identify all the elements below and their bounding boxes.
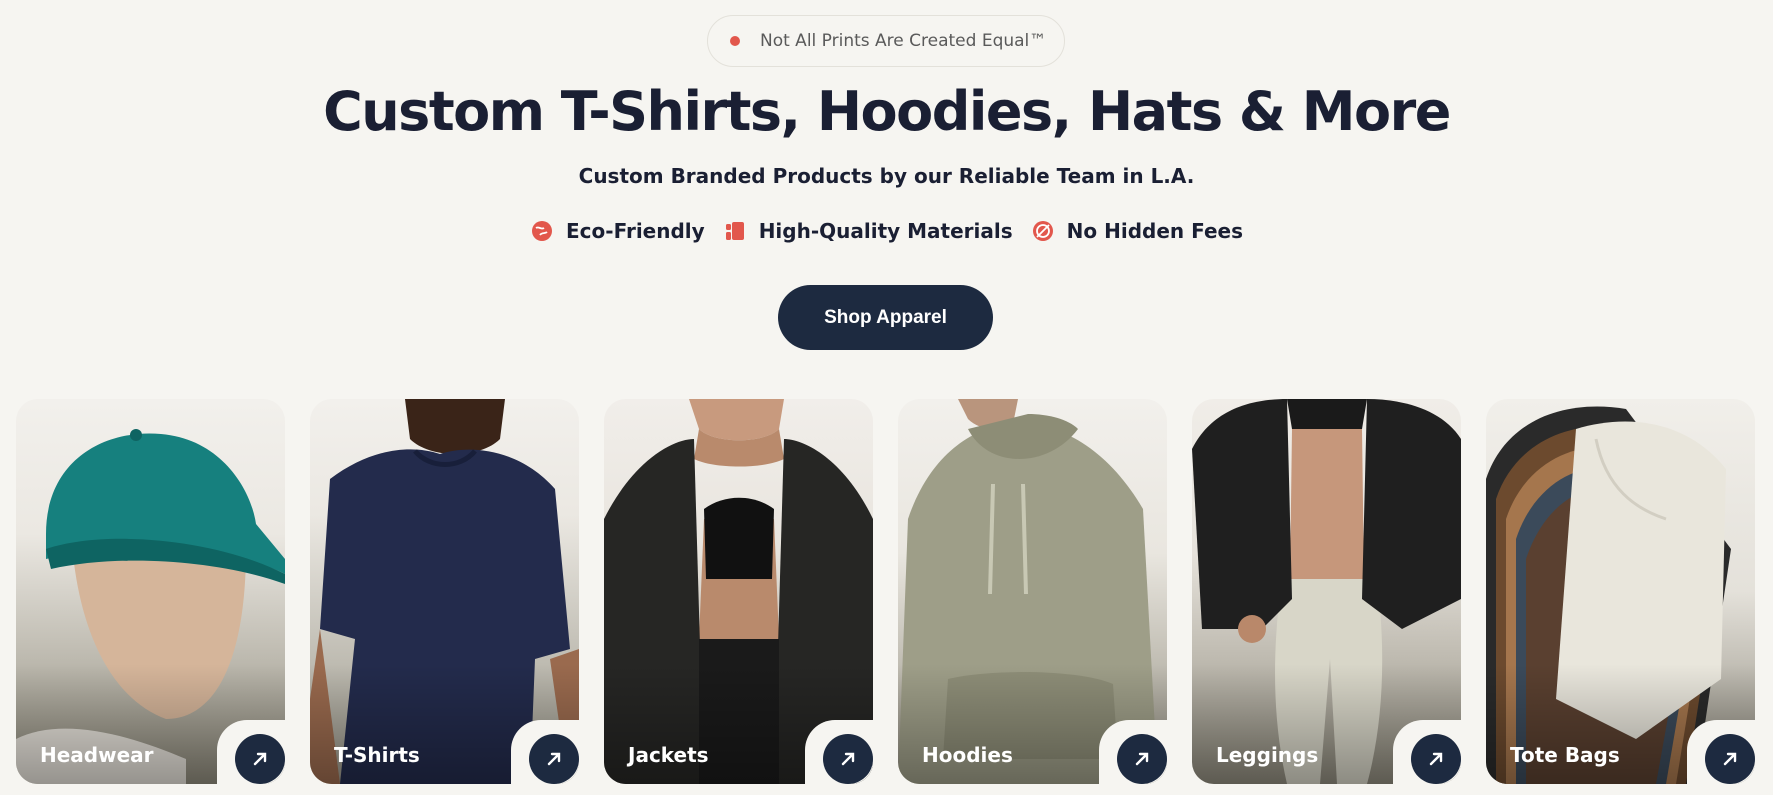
fabric-roll-icon (723, 219, 747, 243)
category-card-headwear[interactable]: Headwear (16, 399, 285, 784)
arrow-up-right-icon[interactable] (1411, 734, 1461, 784)
arrow-up-right-icon[interactable] (529, 734, 579, 784)
category-label: Hoodies (922, 743, 1013, 767)
category-card-hoodies[interactable]: Hoodies (898, 399, 1167, 784)
feature-eco-friendly: Eco-Friendly (530, 219, 705, 243)
feature-label: No Hidden Fees (1066, 219, 1243, 243)
category-label: Leggings (1216, 743, 1319, 767)
leaf-globe-icon (530, 219, 554, 243)
shop-apparel-button[interactable]: Shop Apparel (778, 285, 993, 350)
category-card-jackets[interactable]: Jackets (604, 399, 873, 784)
category-card-leggings[interactable]: Leggings (1192, 399, 1461, 784)
feature-list: Eco-Friendly High-Quality Materials No H… (0, 219, 1773, 243)
feature-no-hidden-fees: No Hidden Fees (1031, 219, 1243, 243)
no-dollar-icon (1031, 219, 1055, 243)
arrow-up-right-icon[interactable] (1117, 734, 1167, 784)
category-label: Headwear (40, 743, 154, 767)
page-title: Custom T-Shirts, Hoodies, Hats & More (323, 80, 1451, 143)
arrow-up-right-icon[interactable] (1705, 734, 1755, 784)
arrow-up-right-icon[interactable] (823, 734, 873, 784)
tagline-badge: Not All Prints Are Created Equal™ (707, 15, 1065, 67)
feature-high-quality-materials: High-Quality Materials (723, 219, 1013, 243)
category-card-tote-bags[interactable]: Tote Bags (1486, 399, 1755, 784)
feature-label: Eco-Friendly (566, 219, 705, 243)
category-card-t-shirts[interactable]: T-Shirts (310, 399, 579, 784)
page-subtitle: Custom Branded Products by our Reliable … (578, 164, 1195, 188)
status-dot (730, 36, 740, 46)
feature-label: High-Quality Materials (758, 219, 1013, 243)
category-label: T-Shirts (334, 743, 420, 767)
category-label: Jackets (628, 743, 709, 767)
category-label: Tote Bags (1510, 743, 1620, 767)
arrow-up-right-icon[interactable] (235, 734, 285, 784)
tagline-text: Not All Prints Are Created Equal™ (760, 31, 1047, 51)
